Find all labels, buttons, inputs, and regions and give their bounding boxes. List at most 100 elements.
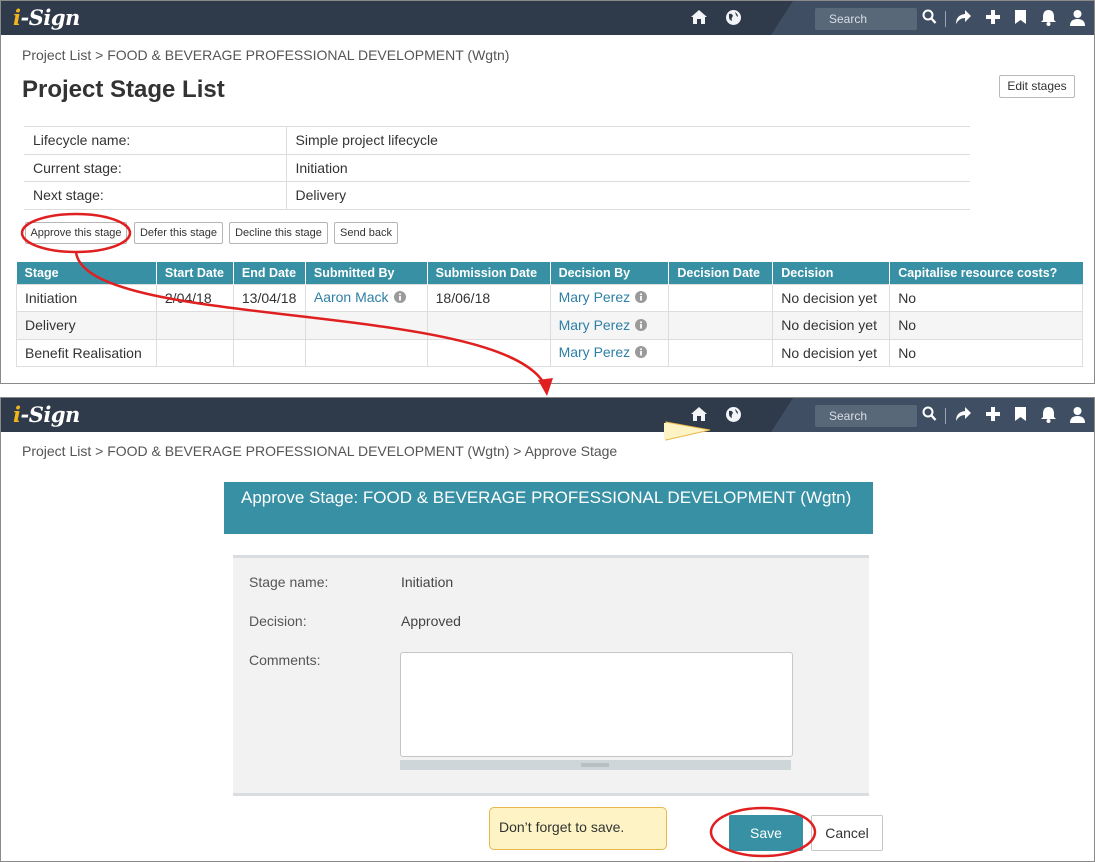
info-row: Next stage: Delivery bbox=[24, 181, 970, 210]
column-header[interactable]: Decision bbox=[772, 262, 891, 284]
column-header[interactable]: Decision Date bbox=[668, 262, 774, 284]
table-row[interactable]: Benefit Realisation Mary Perez No decisi… bbox=[16, 338, 1083, 367]
stage-name-value: Initiation bbox=[401, 574, 454, 590]
lifecycle-name-value: Simple project lifecycle bbox=[286, 126, 970, 155]
globe-icon[interactable] bbox=[725, 9, 742, 31]
start-date-cell: 2/04/18 bbox=[155, 283, 234, 312]
column-header[interactable]: Submission Date bbox=[427, 262, 551, 284]
end-date-cell bbox=[232, 338, 306, 367]
bell-icon[interactable] bbox=[1040, 406, 1057, 428]
approve-stage-button[interactable]: Approve this stage bbox=[25, 222, 127, 244]
user-icon[interactable] bbox=[1070, 406, 1085, 428]
column-header[interactable]: Submitted By bbox=[305, 262, 428, 284]
info-icon[interactable] bbox=[635, 318, 648, 334]
end-date-cell: 13/04/18 bbox=[232, 283, 306, 312]
table-row[interactable]: Delivery Mary Perez No decision yet No bbox=[16, 311, 1083, 340]
info-row: Lifecycle name: Simple project lifecycle bbox=[24, 126, 970, 155]
column-header[interactable]: Decision By bbox=[550, 262, 670, 284]
search-input[interactable]: Search bbox=[815, 8, 917, 30]
cancel-button[interactable]: Cancel bbox=[811, 815, 883, 851]
decision-by-cell: Mary Perez bbox=[549, 283, 670, 312]
next-stage-value: Delivery bbox=[286, 181, 970, 210]
stage-name-label: Stage name: bbox=[249, 574, 329, 590]
decision-value: Approved bbox=[401, 613, 461, 629]
decision-date-cell bbox=[668, 311, 774, 340]
save-button[interactable]: Save bbox=[729, 815, 803, 851]
defer-stage-button[interactable]: Defer this stage bbox=[134, 222, 223, 244]
comments-label: Comments: bbox=[249, 652, 321, 668]
lifecycle-name-label: Lifecycle name: bbox=[24, 126, 287, 155]
capitalise-cell: No bbox=[889, 338, 1083, 367]
home-icon[interactable] bbox=[690, 9, 708, 30]
home-icon[interactable] bbox=[690, 406, 708, 427]
app-logo[interactable]: i-Sign bbox=[13, 402, 80, 427]
top-navigation-bar: i-Sign Search bbox=[1, 398, 1094, 432]
stage-cell: Benefit Realisation bbox=[16, 338, 157, 367]
decision-by-cell: Mary Perez bbox=[549, 338, 670, 367]
stage-cell: Delivery bbox=[16, 311, 157, 340]
submission-date-cell bbox=[426, 338, 551, 367]
start-date-cell bbox=[155, 311, 234, 340]
share-icon[interactable] bbox=[954, 406, 972, 427]
search-input[interactable]: Search bbox=[815, 405, 917, 427]
breadcrumb[interactable]: Project List > FOOD & BEVERAGE PROFESSIO… bbox=[22, 443, 617, 459]
end-date-cell bbox=[232, 311, 306, 340]
submitted-by-link[interactable]: Aaron Mack bbox=[314, 289, 389, 305]
decision-label: Decision: bbox=[249, 613, 307, 629]
toolbar-divider bbox=[945, 408, 946, 424]
toolbar-divider bbox=[945, 11, 946, 27]
submitted-by-cell: Aaron Mack bbox=[304, 283, 428, 312]
page-title: Project Stage List bbox=[22, 76, 225, 103]
submission-date-cell: 18/06/18 bbox=[426, 283, 551, 312]
info-icon[interactable] bbox=[635, 290, 648, 306]
decision-by-link[interactable]: Mary Perez bbox=[559, 317, 631, 333]
search-icon[interactable] bbox=[922, 9, 937, 30]
column-header[interactable]: Capitalise resource costs? bbox=[889, 262, 1083, 284]
submitted-by-cell bbox=[304, 311, 428, 340]
search-icon[interactable] bbox=[922, 406, 937, 427]
decision-by-link[interactable]: Mary Perez bbox=[559, 344, 631, 360]
plus-icon[interactable] bbox=[985, 9, 1001, 30]
plus-icon[interactable] bbox=[985, 406, 1001, 427]
app-logo[interactable]: i-Sign bbox=[13, 5, 80, 30]
bell-icon[interactable] bbox=[1040, 9, 1057, 31]
submission-date-cell bbox=[426, 311, 551, 340]
table-row[interactable]: Initiation 2/04/18 13/04/18 Aaron Mack 1… bbox=[16, 283, 1083, 312]
horizontal-scrollbar[interactable] bbox=[400, 760, 791, 770]
top-navigation-bar: i-Sign Search bbox=[1, 1, 1094, 35]
next-stage-label: Next stage: bbox=[24, 181, 287, 210]
info-row: Current stage: Initiation bbox=[24, 153, 970, 182]
decision-by-link[interactable]: Mary Perez bbox=[559, 289, 631, 305]
decision-cell: No decision yet bbox=[772, 283, 891, 312]
scrollbar-thumb[interactable] bbox=[581, 763, 609, 767]
send-back-button[interactable]: Send back bbox=[334, 222, 398, 244]
column-header[interactable]: Start Date bbox=[156, 262, 234, 284]
current-stage-value: Initiation bbox=[286, 153, 970, 182]
bookmark-icon[interactable] bbox=[1014, 9, 1027, 30]
user-icon[interactable] bbox=[1070, 9, 1085, 31]
comments-textarea[interactable] bbox=[400, 652, 793, 757]
stages-table: Stage Start Date End Date Submitted By S… bbox=[16, 262, 1083, 367]
approve-stage-screen: i-Sign Search Project List > FOOD & BEVE… bbox=[0, 397, 1095, 862]
share-icon[interactable] bbox=[954, 9, 972, 30]
bookmark-icon[interactable] bbox=[1014, 406, 1027, 427]
decline-stage-button[interactable]: Decline this stage bbox=[229, 222, 328, 244]
submitted-by-cell bbox=[304, 338, 428, 367]
capitalise-cell: No bbox=[889, 311, 1083, 340]
info-icon[interactable] bbox=[635, 345, 648, 361]
save-reminder-callout: Don’t forget to save. bbox=[489, 807, 667, 850]
stage-cell: Initiation bbox=[16, 283, 157, 312]
info-icon[interactable] bbox=[393, 290, 406, 306]
approve-form: Stage name: Initiation Decision: Approve… bbox=[233, 555, 869, 796]
decision-date-cell bbox=[668, 338, 774, 367]
edit-stages-button[interactable]: Edit stages bbox=[999, 75, 1075, 98]
breadcrumb[interactable]: Project List > FOOD & BEVERAGE PROFESSIO… bbox=[22, 47, 509, 63]
stage-list-screen: i-Sign Search Project List > FOOD & BEVE… bbox=[0, 0, 1095, 384]
column-header[interactable]: Stage bbox=[16, 262, 157, 284]
globe-icon[interactable] bbox=[725, 406, 742, 428]
column-header[interactable]: End Date bbox=[233, 262, 306, 284]
current-stage-label: Current stage: bbox=[24, 153, 287, 182]
decision-cell: No decision yet bbox=[772, 311, 891, 340]
capitalise-cell: No bbox=[889, 283, 1083, 312]
lifecycle-info-table: Lifecycle name: Simple project lifecycle… bbox=[24, 126, 970, 210]
